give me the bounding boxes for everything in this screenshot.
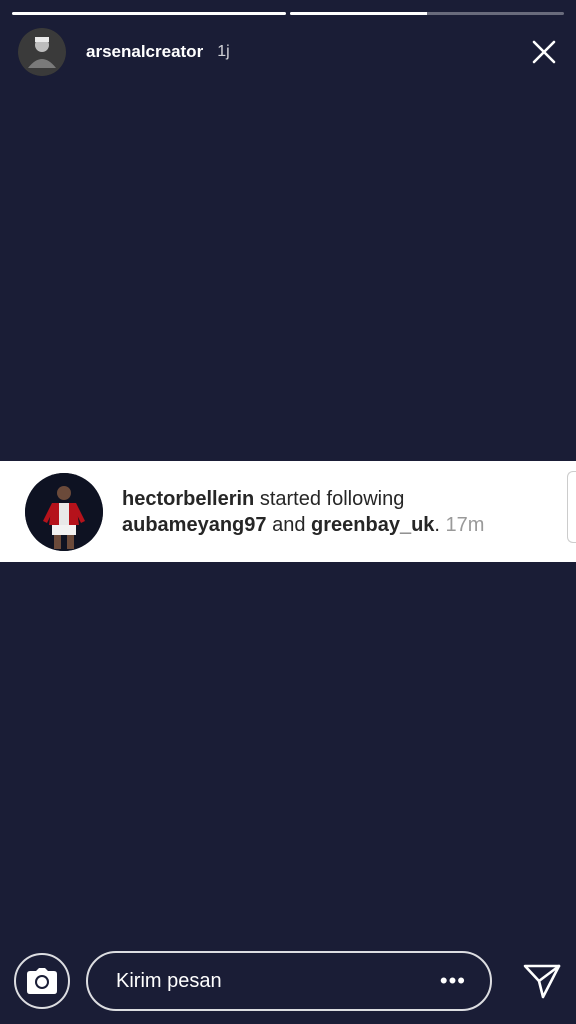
notification-time: 17m [445, 513, 485, 536]
username[interactable]: arsenalcreator [86, 42, 203, 62]
notification-action: started following [259, 487, 405, 510]
close-icon[interactable] [530, 38, 558, 66]
progress-fill-2 [290, 12, 427, 15]
post-time: 1j [217, 43, 230, 60]
notification-conjunction: and [272, 513, 306, 536]
target-username-2[interactable]: greenbay_uk [311, 514, 434, 536]
camera-icon [27, 968, 57, 994]
story-footer: Kirim pesan ••• [14, 950, 562, 1012]
progress-segment-2 [290, 12, 564, 15]
follow-notification-card: hectorbellerin started following aubamey… [0, 461, 576, 562]
send-icon[interactable] [522, 961, 562, 1001]
player-avatar [25, 472, 103, 551]
notification-text: hectorbellerin started following aubamey… [122, 486, 542, 538]
user-avatar[interactable] [18, 28, 66, 76]
message-input[interactable]: Kirim pesan ••• [86, 951, 492, 1011]
player-avatar-icon [25, 472, 103, 551]
message-placeholder: Kirim pesan [116, 969, 222, 992]
story-header: arsenalcreator 1j [18, 28, 558, 76]
notification-period: . [434, 513, 440, 536]
progress-segment-1 [12, 12, 286, 15]
more-dots-icon[interactable]: ••• [440, 970, 466, 992]
avatar-icon [18, 28, 66, 76]
card-edge [567, 471, 576, 543]
story-progress [12, 12, 564, 15]
progress-fill-1 [12, 12, 286, 15]
target-username-1[interactable]: aubameyang97 [122, 514, 267, 536]
camera-button[interactable] [14, 953, 70, 1009]
actor-username[interactable]: hectorbellerin [122, 488, 254, 510]
